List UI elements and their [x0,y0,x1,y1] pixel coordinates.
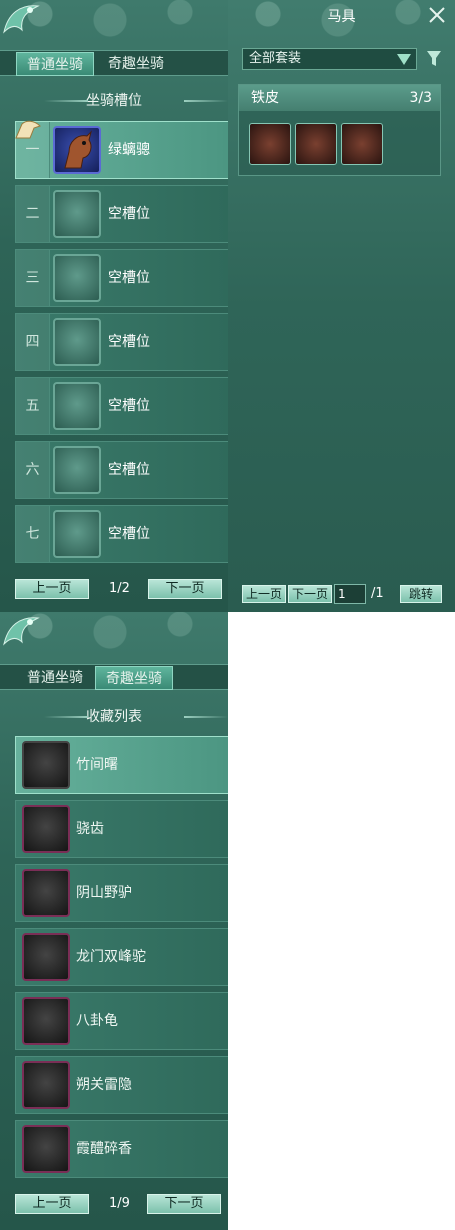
armor-icon[interactable] [249,123,291,165]
section-title-collection: 收藏列表 [0,706,228,728]
mount-portrait-icon [22,997,70,1045]
collection-panel: 普通坐骑 奇趣坐骑 收藏列表 竹间曙 骁齿 阴山野驴 龙门双峰驼 八卦龟 朔关雷… [0,612,228,1230]
set-header[interactable]: 铁皮 3/3 [239,85,440,111]
gear-panel: 马具 全部套装 铁皮 3/3 上一页 下一页 1 /1 跳转 [228,0,455,612]
collection-item[interactable]: 霞醴碎香 [15,1120,228,1178]
slot-label: 空槽位 [108,206,150,222]
tab-normal-mounts[interactable]: 普通坐骑 [16,52,94,76]
mount-portrait-icon [22,805,70,853]
empty-slot-icon [53,382,101,430]
horse-head-marker-icon [15,120,41,139]
mount-slots-panel: 普通坐骑 奇趣坐骑 坐骑槽位 一 绿螭骢 二 空槽位 三 空槽位 四 空槽位 五… [0,0,228,612]
title-divider-right [184,716,228,718]
slot-label: 空槽位 [108,526,150,542]
prev-page-button[interactable]: 上一页 [242,585,286,603]
slot-number: 六 [16,442,50,498]
next-page-button[interactable]: 下一页 [148,579,222,599]
mount-portrait-icon [22,1061,70,1109]
set-name: 铁皮 [251,90,279,106]
collection-item[interactable]: 竹间曙 [15,736,228,794]
slot-label: 绿螭骢 [108,142,150,158]
item-label: 骁齿 [76,821,104,837]
item-label: 霞醴碎香 [76,1141,132,1157]
tab-fun-mounts[interactable]: 奇趣坐骑 [95,666,173,690]
collection-item[interactable]: 龙门双峰驼 [15,928,228,986]
item-label: 竹间曙 [76,757,118,773]
chevron-down-icon [397,54,411,65]
mount-portrait-icon [22,933,70,981]
empty-slot-icon [53,446,101,494]
collection-item[interactable]: 八卦龟 [15,992,228,1050]
slot-number: 五 [16,378,50,434]
next-page-button[interactable]: 下一页 [288,585,332,603]
gear-set-card: 铁皮 3/3 [238,84,441,176]
horse-portrait-icon [53,126,101,174]
item-label: 朔关雷隐 [76,1077,132,1093]
mount-slot-7[interactable]: 七 空槽位 [15,505,228,563]
title-divider-right [184,100,228,102]
mount-tabbar: 普通坐骑 奇趣坐骑 [0,50,228,76]
page-indicator: 1/2 [109,581,130,596]
mount-slot-6[interactable]: 六 空槽位 [15,441,228,499]
saddle-icon[interactable] [295,123,337,165]
slot-number: 二 [16,186,50,242]
slot-number: 七 [16,506,50,562]
mount-slot-5[interactable]: 五 空槽位 [15,377,228,435]
bridle-icon[interactable] [341,123,383,165]
panel-title: 马具 [327,9,356,25]
item-label: 八卦龟 [76,1013,118,1029]
next-page-button[interactable]: 下一页 [147,1194,221,1214]
prev-page-button[interactable]: 上一页 [15,579,89,599]
slot-label: 空槽位 [108,398,150,414]
slot-number: 四 [16,314,50,370]
tab-fun-mounts[interactable]: 奇趣坐骑 [97,52,175,76]
collection-item[interactable]: 朔关雷隐 [15,1056,228,1114]
title-divider-left [44,716,88,718]
section-title-slots: 坐骑槽位 [0,90,228,112]
filter-icon[interactable] [426,50,442,68]
page-indicator: 1/9 [109,1196,130,1211]
collection-tabbar: 普通坐骑 奇趣坐骑 [0,664,228,690]
mount-slot-4[interactable]: 四 空槽位 [15,313,228,371]
mount-portrait-icon [22,1125,70,1173]
item-label: 龙门双峰驼 [76,949,146,965]
jade-logo-icon [3,5,40,34]
mount-slot-2[interactable]: 二 空槽位 [15,185,228,243]
collection-item[interactable]: 骁齿 [15,800,228,858]
set-filter-dropdown[interactable]: 全部套装 [242,48,417,70]
mount-slot-1[interactable]: 一 绿螭骢 [15,121,228,179]
title-divider-left [44,100,88,102]
collection-item[interactable]: 阴山野驴 [15,864,228,922]
empty-slot-icon [53,190,101,238]
total-pages: /1 [371,586,384,601]
mount-portrait-icon [22,741,70,789]
section-title-text: 坐骑槽位 [86,93,142,109]
slot-label: 空槽位 [108,462,150,478]
page-number-input[interactable]: 1 [334,584,366,604]
set-count: 3/3 [409,90,432,106]
empty-slot-icon [53,254,101,302]
section-title-text: 收藏列表 [86,709,142,725]
jade-logo-icon [3,617,40,646]
close-icon[interactable] [427,5,447,25]
slot-number: 三 [16,250,50,306]
mount-slot-3[interactable]: 三 空槽位 [15,249,228,307]
prev-page-button[interactable]: 上一页 [15,1194,89,1214]
tab-normal-mounts[interactable]: 普通坐骑 [16,666,94,690]
dropdown-value: 全部套装 [249,51,302,66]
empty-slot-icon [53,318,101,366]
jump-button[interactable]: 跳转 [400,585,442,603]
item-label: 阴山野驴 [76,885,132,901]
empty-slot-icon [53,510,101,558]
mount-portrait-icon [22,869,70,917]
slot-label: 空槽位 [108,334,150,350]
slot-label: 空槽位 [108,270,150,286]
